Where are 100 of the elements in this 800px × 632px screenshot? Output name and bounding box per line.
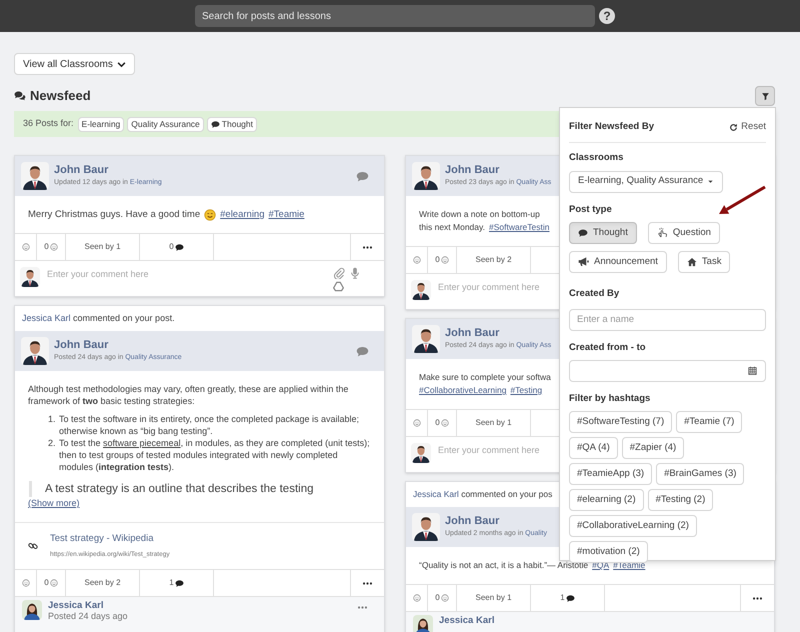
hashtag-filter[interactable]: #BrainGames (3)	[656, 463, 744, 485]
caret-icon	[707, 178, 714, 185]
inline-link[interactable]: software piecemeal	[103, 438, 181, 448]
paperclip-icon	[333, 267, 345, 279]
show-more-link[interactable]: (Show more)	[28, 497, 80, 510]
smiley-icon	[440, 594, 449, 602]
chevron-down-icon	[116, 60, 126, 68]
list-item: To test the software piecemeal, in modules, as they are completed (unit tests); then to test groups of tested modules integrated with newly completed modules (integration tests).	[59, 437, 371, 473]
calendar-icon	[748, 366, 757, 376]
comment-icon	[174, 578, 184, 588]
smiley-icon	[22, 243, 30, 251]
comment-field[interactable]: Enter your comment here	[47, 267, 326, 281]
comment-icon	[566, 594, 575, 602]
reaction-count[interactable]: 0	[428, 410, 457, 436]
section-label: Created from - to	[569, 340, 646, 354]
post-text: Make sure to complete your softwa	[419, 371, 551, 384]
panel-title: Filter Newsfeed By	[569, 120, 654, 134]
list-number: 2.	[48, 437, 57, 450]
post-type-button[interactable]: Announcement	[569, 250, 667, 273]
hand-icon	[656, 227, 668, 238]
comment-icon	[210, 120, 220, 128]
view-classrooms-button[interactable]: View all Classrooms	[14, 53, 135, 75]
comment-count[interactable]: 1	[560, 592, 575, 604]
post-text: Write down a note on bottom-up	[419, 208, 540, 221]
date-range-field[interactable]	[569, 360, 766, 382]
notification-text: Jessica Karl commented on your pos	[413, 488, 552, 501]
comment-icon	[356, 344, 369, 358]
post-type-button[interactable]: Question	[648, 222, 720, 244]
hashtag-link[interactable]: #Testing	[510, 384, 542, 397]
hashtag-filter[interactable]: #Zapier (4)	[622, 437, 684, 459]
reaction-count[interactable]: 0	[428, 247, 457, 273]
user-link[interactable]: Jessica Karl	[22, 312, 71, 323]
annotation-arrow	[719, 186, 766, 214]
filter-tag: Quality Assurance	[127, 116, 204, 132]
smiley-icon	[50, 243, 58, 251]
comment-icon	[578, 228, 588, 238]
megaphone-icon	[578, 256, 589, 268]
hashtag-filter[interactable]: #elearning (2)	[569, 489, 644, 511]
seen-count[interactable]: Seen by 2	[457, 247, 531, 273]
list-item: To test the software in its entirety, once the completed package is available; otherwise known as “big bang testing”.	[59, 413, 360, 437]
filter-tag: Thought	[206, 116, 257, 132]
name-field[interactable]: Enter a name	[569, 308, 766, 330]
link-preview-title[interactable]: Test strategy - Wikipedia	[50, 532, 170, 546]
hashtag-filter[interactable]: #CollaborativeLearning (2)	[569, 515, 697, 537]
seen-count[interactable]: Seen by 1	[66, 234, 140, 260]
hashtag-filter[interactable]: #SoftwareTesting (7)	[569, 411, 672, 433]
post-text: this next Monday.	[419, 221, 485, 234]
user-link[interactable]: Jessica Karl	[413, 489, 459, 500]
post-type-button[interactable]: Task	[678, 250, 730, 273]
list-number: 1.	[48, 413, 57, 426]
comment-icon	[174, 242, 184, 252]
smiley-icon	[412, 256, 420, 264]
author-name[interactable]: John Baur	[445, 164, 500, 177]
hashtag-filter[interactable]: #Testing (2)	[648, 489, 714, 511]
post-text: Merry Christmas guys. Have a good time	[28, 208, 200, 221]
smiley-icon	[440, 256, 449, 264]
reset-button[interactable]: Reset	[729, 120, 766, 134]
comment-field[interactable]: Enter your comment here	[438, 443, 553, 457]
emoji-icon	[204, 208, 216, 220]
author-name[interactable]: Jessica Karl	[48, 600, 104, 611]
section-label: Filter by hashtags	[569, 392, 650, 406]
drive-icon	[333, 281, 344, 292]
post-paragraph: Although test methodologies may vary, often greatly, these are applied within the framework of two basic testing strategies:	[28, 383, 350, 407]
hashtag-link[interactable]: #elearning	[220, 208, 264, 221]
hashtag-filter[interactable]: #motivation (2)	[569, 541, 648, 563]
hashtag-link[interactable]: #SoftwareTestin	[489, 221, 550, 234]
link-icon	[28, 541, 38, 551]
comment-count[interactable]: 1	[169, 577, 184, 589]
author-name[interactable]: John Baur	[445, 327, 500, 340]
author-name[interactable]: John Baur	[445, 515, 500, 528]
smiley-icon	[50, 579, 58, 587]
seen-count[interactable]: Seen by 1	[457, 410, 531, 436]
smiley-icon	[22, 579, 30, 587]
author-name[interactable]: John Baur	[54, 339, 108, 352]
hashtag-filter[interactable]: #Teamie (7)	[676, 411, 742, 433]
post-meta: Posted 24 days ago	[48, 611, 128, 622]
section-label: Post type	[569, 202, 612, 216]
help-icon[interactable]: ?	[599, 8, 615, 24]
smiley-icon	[412, 419, 420, 427]
section-label: Created By	[569, 286, 620, 301]
comment-count[interactable]: 0	[169, 241, 184, 253]
comment-field[interactable]: Enter your comment here	[438, 280, 553, 294]
hashtag-filter[interactable]: #TeamieApp (3)	[569, 463, 652, 485]
classroom-dropdown[interactable]: E-learning, Quality Assurance	[569, 170, 724, 192]
hashtag-filter[interactable]: #QA (4)	[569, 437, 618, 459]
post-type-button[interactable]: Thought	[569, 222, 637, 244]
hashtag-link[interactable]: #CollaborativeLearning	[419, 384, 506, 397]
microphone-icon	[349, 267, 361, 279]
refresh-icon	[729, 122, 738, 132]
quote-text: A test strategy is an outline that describes the testing	[45, 482, 314, 497]
notification-text: Jessica Karl commented on your post.	[22, 312, 175, 325]
posts-count: 36 Posts for:	[23, 117, 74, 130]
filter-tag: E-learning	[78, 116, 124, 132]
hashtag-link[interactable]: #Teamie	[268, 208, 304, 221]
reaction-count[interactable]: 0	[37, 234, 66, 260]
author-name[interactable]: John Baur	[54, 164, 108, 177]
smiley-icon	[440, 419, 449, 427]
filter-button[interactable]	[755, 86, 775, 106]
search-field[interactable]: Search for posts and lessons	[195, 5, 595, 27]
author-name[interactable]: Jessica Karl	[439, 615, 494, 626]
